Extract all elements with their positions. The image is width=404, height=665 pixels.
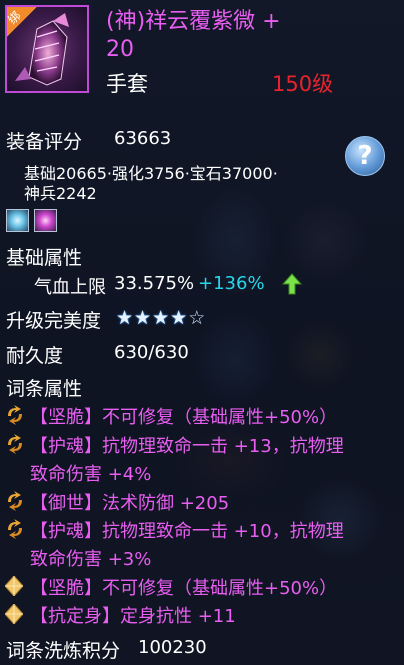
base-attr-value: 33.575% bbox=[114, 273, 195, 294]
diamond-gem-icon[interactable] bbox=[6, 209, 29, 232]
diamond-icon bbox=[5, 576, 23, 596]
wash-label: 词条洗炼积分 bbox=[6, 640, 121, 662]
arrow-up-icon bbox=[282, 273, 302, 295]
affix-1: 【坚脆】不可修复（基础属性+50%） bbox=[30, 407, 338, 428]
base-attr-name: 气血上限 bbox=[34, 277, 106, 298]
affix-2-cont: 致命伤害 +4% bbox=[30, 464, 152, 485]
refine-icon bbox=[8, 434, 22, 454]
base-attr-header: 基础属性 bbox=[6, 247, 83, 269]
item-icon[interactable]: 绑 bbox=[5, 5, 89, 93]
item-title-enhance: 20 bbox=[106, 37, 134, 62]
help-button[interactable]: ? bbox=[345, 136, 385, 176]
durability-label: 耐久度 bbox=[6, 345, 64, 367]
star-filled-icon: ★ bbox=[116, 307, 135, 329]
refine-icon bbox=[8, 405, 22, 425]
affix-5: 【坚脆】不可修复（基础属性+50%） bbox=[30, 578, 338, 599]
question-icon: ? bbox=[357, 141, 373, 171]
bound-tag: 绑 bbox=[7, 7, 37, 37]
affix-3: 【御世】法术防御 +205 bbox=[30, 493, 230, 514]
score-breakdown: 基础20665·强化3756·宝石37000· bbox=[24, 164, 278, 183]
score-label: 装备评分 bbox=[6, 131, 83, 153]
star-empty-icon: ☆ bbox=[188, 307, 207, 329]
refine-icon bbox=[8, 519, 22, 539]
affix-4: 【护魂】抗物理致命一击 +10，抗物理 bbox=[30, 521, 344, 542]
star-filled-icon: ★ bbox=[152, 307, 171, 329]
star-filled-icon: ★ bbox=[134, 307, 153, 329]
upgrade-label: 升级完美度 bbox=[6, 310, 102, 332]
item-title: (神)祥云覆紫微 + bbox=[106, 9, 281, 34]
wash-value: 100230 bbox=[138, 637, 207, 658]
star-filled-icon: ★ bbox=[170, 307, 189, 329]
upgrade-stars: ★★★★☆ bbox=[116, 307, 206, 329]
score-value: 63663 bbox=[114, 128, 172, 149]
durability-value: 630/630 bbox=[114, 342, 189, 363]
affix-header: 词条属性 bbox=[6, 378, 83, 400]
affix-6: 【抗定身】定身抗性 +11 bbox=[30, 606, 236, 627]
affix-4-cont: 致命伤害 +3% bbox=[30, 549, 152, 570]
affix-2: 【护魂】抗物理致命一击 +13，抗物理 bbox=[30, 436, 344, 457]
ruby-gem-icon[interactable] bbox=[34, 209, 57, 232]
refine-icon bbox=[8, 491, 22, 511]
item-level: 150级 bbox=[272, 72, 334, 96]
base-attr-bonus: +136% bbox=[198, 273, 265, 294]
score-breakdown-cont: 神兵2242 bbox=[24, 184, 97, 203]
item-type: 手套 bbox=[106, 72, 148, 96]
diamond-icon bbox=[5, 604, 23, 624]
